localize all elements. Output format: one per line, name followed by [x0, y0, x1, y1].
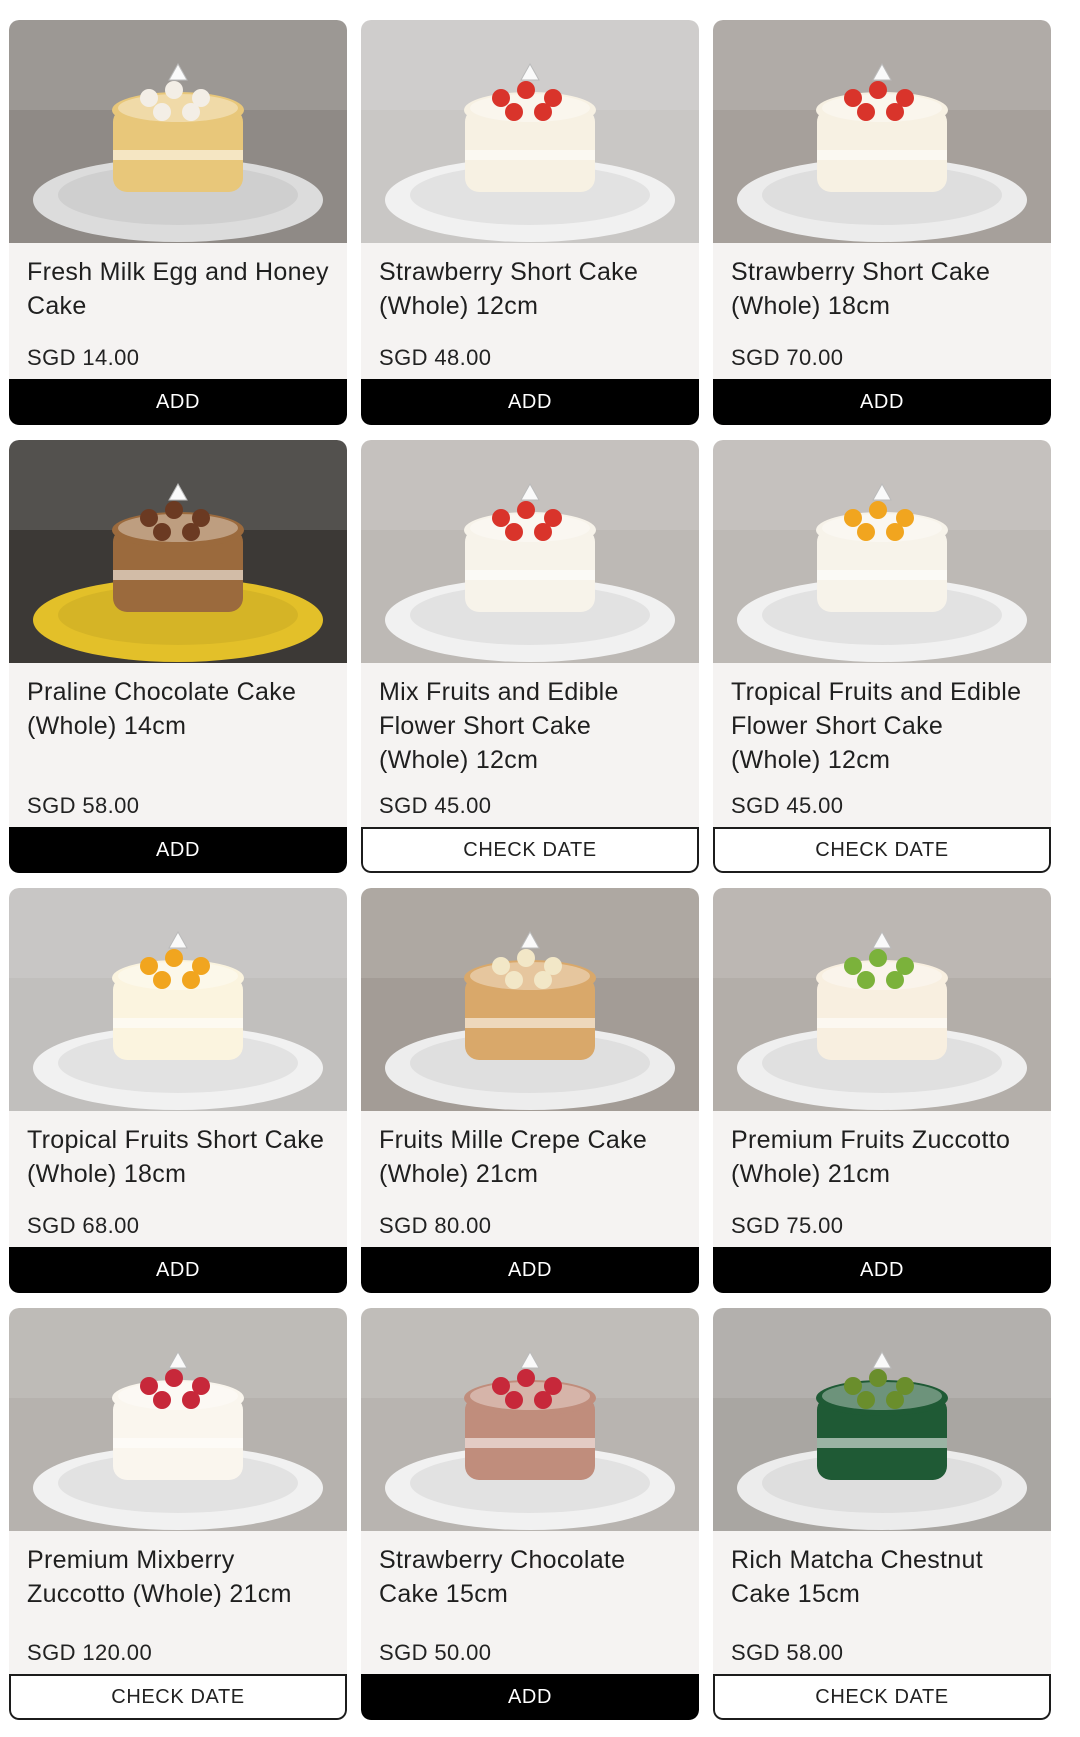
- check-date-button[interactable]: CHECK DATE: [713, 1674, 1051, 1720]
- product-name[interactable]: Mix Fruits and Edible Flower Short Cake …: [379, 675, 681, 777]
- product-card[interactable]: Tropical Fruits Short Cake (Whole) 18cm …: [9, 888, 347, 1293]
- product-name[interactable]: Tropical Fruits Short Cake (Whole) 18cm: [27, 1123, 329, 1191]
- product-image[interactable]: [361, 20, 699, 243]
- product-price: SGD 58.00: [731, 1640, 844, 1665]
- product-card[interactable]: Strawberry Chocolate Cake 15cm SGD 50.00…: [361, 1308, 699, 1720]
- product-card[interactable]: Fresh Milk Egg and Honey Cake SGD 14.00 …: [9, 20, 347, 425]
- product-grid: Fresh Milk Egg and Honey Cake SGD 14.00 …: [9, 20, 1051, 1720]
- add-button[interactable]: ADD: [9, 1247, 347, 1293]
- product-price: SGD 14.00: [27, 345, 140, 370]
- add-button[interactable]: ADD: [361, 1674, 699, 1720]
- product-info: Rich Matcha Chestnut Cake 15cm SGD 58.00: [713, 1531, 1051, 1674]
- product-name[interactable]: Premium Mixberry Zuccotto (Whole) 21cm: [27, 1543, 329, 1611]
- product-image[interactable]: [713, 20, 1051, 243]
- check-date-button[interactable]: CHECK DATE: [9, 1674, 347, 1720]
- product-image[interactable]: [9, 440, 347, 663]
- product-info: Tropical Fruits and Edible Flower Short …: [713, 663, 1051, 827]
- product-name[interactable]: Fruits Mille Crepe Cake (Whole) 21cm: [379, 1123, 681, 1191]
- add-button[interactable]: ADD: [361, 1247, 699, 1293]
- product-name[interactable]: Strawberry Chocolate Cake 15cm: [379, 1543, 681, 1611]
- product-info: Mix Fruits and Edible Flower Short Cake …: [361, 663, 699, 827]
- product-image[interactable]: [9, 1308, 347, 1531]
- product-image[interactable]: [9, 20, 347, 243]
- product-name[interactable]: Strawberry Short Cake (Whole) 12cm: [379, 255, 681, 323]
- product-price: SGD 80.00: [379, 1213, 492, 1238]
- product-name[interactable]: Praline Chocolate Cake (Whole) 14cm: [27, 675, 329, 743]
- product-name[interactable]: Rich Matcha Chestnut Cake 15cm: [731, 1543, 1033, 1611]
- add-button[interactable]: ADD: [9, 827, 347, 873]
- product-info: Praline Chocolate Cake (Whole) 14cm SGD …: [9, 663, 347, 827]
- product-image[interactable]: [361, 1308, 699, 1531]
- product-card[interactable]: Premium Fruits Zuccotto (Whole) 21cm SGD…: [713, 888, 1051, 1293]
- product-card[interactable]: Fruits Mille Crepe Cake (Whole) 21cm SGD…: [361, 888, 699, 1293]
- product-card[interactable]: Praline Chocolate Cake (Whole) 14cm SGD …: [9, 440, 347, 873]
- product-price: SGD 75.00: [731, 1213, 844, 1238]
- product-price: SGD 58.00: [27, 793, 140, 818]
- product-price: SGD 68.00: [27, 1213, 140, 1238]
- product-price: SGD 120.00: [27, 1640, 153, 1665]
- product-name[interactable]: Fresh Milk Egg and Honey Cake: [27, 255, 329, 323]
- check-date-button[interactable]: CHECK DATE: [361, 827, 699, 873]
- product-name[interactable]: Tropical Fruits and Edible Flower Short …: [731, 675, 1033, 777]
- product-card[interactable]: Rich Matcha Chestnut Cake 15cm SGD 58.00…: [713, 1308, 1051, 1720]
- product-name[interactable]: Strawberry Short Cake (Whole) 18cm: [731, 255, 1033, 323]
- add-button[interactable]: ADD: [9, 379, 347, 425]
- product-price: SGD 45.00: [379, 793, 492, 818]
- product-info: Premium Fruits Zuccotto (Whole) 21cm SGD…: [713, 1111, 1051, 1247]
- product-price: SGD 70.00: [731, 345, 844, 370]
- product-card[interactable]: Mix Fruits and Edible Flower Short Cake …: [361, 440, 699, 873]
- product-image[interactable]: [713, 888, 1051, 1111]
- product-price: SGD 48.00: [379, 345, 492, 370]
- product-price: SGD 45.00: [731, 793, 844, 818]
- product-image[interactable]: [713, 440, 1051, 663]
- product-image[interactable]: [713, 1308, 1051, 1531]
- product-info: Premium Mixberry Zuccotto (Whole) 21cm S…: [9, 1531, 347, 1674]
- product-info: Tropical Fruits Short Cake (Whole) 18cm …: [9, 1111, 347, 1247]
- add-button[interactable]: ADD: [713, 379, 1051, 425]
- product-image[interactable]: [361, 440, 699, 663]
- product-info: Fruits Mille Crepe Cake (Whole) 21cm SGD…: [361, 1111, 699, 1247]
- product-card[interactable]: Tropical Fruits and Edible Flower Short …: [713, 440, 1051, 873]
- product-info: Strawberry Short Cake (Whole) 18cm SGD 7…: [713, 243, 1051, 379]
- product-name[interactable]: Premium Fruits Zuccotto (Whole) 21cm: [731, 1123, 1033, 1191]
- product-image[interactable]: [9, 888, 347, 1111]
- product-card[interactable]: Strawberry Short Cake (Whole) 12cm SGD 4…: [361, 20, 699, 425]
- product-info: Strawberry Chocolate Cake 15cm SGD 50.00: [361, 1531, 699, 1674]
- check-date-button[interactable]: CHECK DATE: [713, 827, 1051, 873]
- product-card[interactable]: Premium Mixberry Zuccotto (Whole) 21cm S…: [9, 1308, 347, 1720]
- add-button[interactable]: ADD: [713, 1247, 1051, 1293]
- product-image[interactable]: [361, 888, 699, 1111]
- product-price: SGD 50.00: [379, 1640, 492, 1665]
- add-button[interactable]: ADD: [361, 379, 699, 425]
- product-info: Fresh Milk Egg and Honey Cake SGD 14.00: [9, 243, 347, 379]
- product-info: Strawberry Short Cake (Whole) 12cm SGD 4…: [361, 243, 699, 379]
- product-card[interactable]: Strawberry Short Cake (Whole) 18cm SGD 7…: [713, 20, 1051, 425]
